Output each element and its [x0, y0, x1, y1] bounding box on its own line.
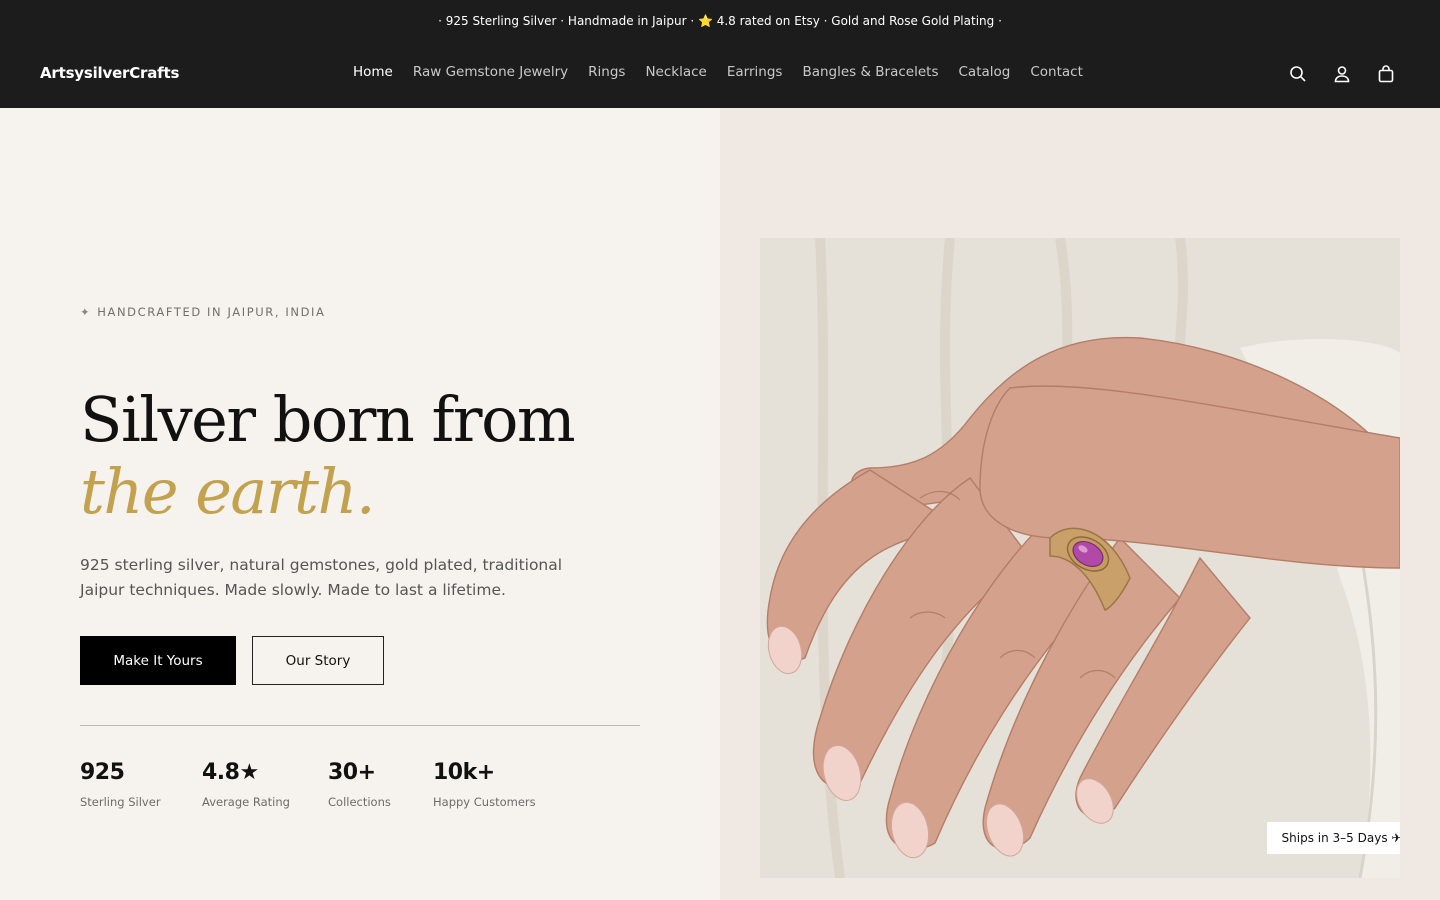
- make-it-yours-button[interactable]: Make It Yours: [80, 636, 236, 685]
- hero-eyebrow-text: HANDCRAFTED IN JAIPUR, INDIA: [97, 305, 326, 319]
- search-icon[interactable]: [1288, 64, 1308, 84]
- brand-logo[interactable]: ArtsysilverCrafts: [40, 64, 179, 82]
- account-icon[interactable]: [1332, 64, 1352, 84]
- headline-plain: Silver born from: [80, 383, 576, 456]
- stat-value: 30+: [328, 760, 376, 785]
- stats-divider: [80, 725, 640, 726]
- hero-eyebrow: ✦ HANDCRAFTED IN JAIPUR, INDIA: [80, 305, 326, 319]
- hero-photo: Ships in 3–5 Days ✈: [760, 238, 1400, 878]
- header-actions: [1288, 64, 1396, 84]
- nav-necklace[interactable]: Necklace: [645, 64, 706, 80]
- nav-contact[interactable]: Contact: [1030, 64, 1083, 80]
- stat-item: 4.8★ Average Rating: [202, 760, 328, 809]
- stat-label: Average Rating: [202, 795, 290, 809]
- nav-bangles-bracelets[interactable]: Bangles & Bracelets: [802, 64, 938, 80]
- sparkle-icon: ✦: [80, 305, 92, 319]
- stat-item: 925 Sterling Silver: [80, 760, 202, 809]
- nav-earrings[interactable]: Earrings: [727, 64, 783, 80]
- hero-subtext: 925 sterling silver, natural gemstones, …: [80, 556, 563, 599]
- stat-item: 10k+ Happy Customers: [433, 760, 573, 809]
- stat-value: 4.8★: [202, 760, 259, 785]
- stat-value: 10k+: [433, 760, 495, 785]
- hero-image-panel: Ships in 3–5 Days ✈: [720, 108, 1440, 900]
- headline-accent: the earth.: [80, 455, 376, 528]
- hero-headline: Silver born from the earth.: [80, 384, 680, 528]
- announcement-bar: · 925 Sterling Silver · Handmade in Jaip…: [0, 0, 1440, 42]
- stat-label: Sterling Silver: [80, 795, 161, 809]
- site-header: ArtsysilverCrafts Home Raw Gemstone Jewe…: [0, 42, 1440, 108]
- announcement-text: · 925 Sterling Silver · Handmade in Jaip…: [438, 14, 1002, 28]
- stat-label: Collections: [328, 795, 391, 809]
- shipping-badge[interactable]: Ships in 3–5 Days ✈: [1267, 822, 1400, 854]
- cart-icon[interactable]: [1376, 64, 1396, 84]
- hand-with-ring-illustration: [760, 238, 1400, 878]
- stats-row: 925 Sterling Silver 4.8★ Average Rating …: [80, 760, 573, 809]
- stat-value: 925: [80, 760, 125, 785]
- main-nav: Home Raw Gemstone Jewelry Rings Necklace…: [353, 64, 1083, 80]
- nav-rings[interactable]: Rings: [588, 64, 625, 80]
- stat-item: 30+ Collections: [328, 760, 433, 809]
- our-story-button[interactable]: Our Story: [252, 636, 384, 685]
- hero-text-panel: ✦ HANDCRAFTED IN JAIPUR, INDIA Silver bor…: [0, 108, 720, 900]
- nav-raw-gemstone-jewelry[interactable]: Raw Gemstone Jewelry: [413, 64, 568, 80]
- stat-label: Happy Customers: [433, 795, 536, 809]
- nav-home[interactable]: Home: [353, 64, 393, 80]
- nav-catalog[interactable]: Catalog: [959, 64, 1011, 80]
